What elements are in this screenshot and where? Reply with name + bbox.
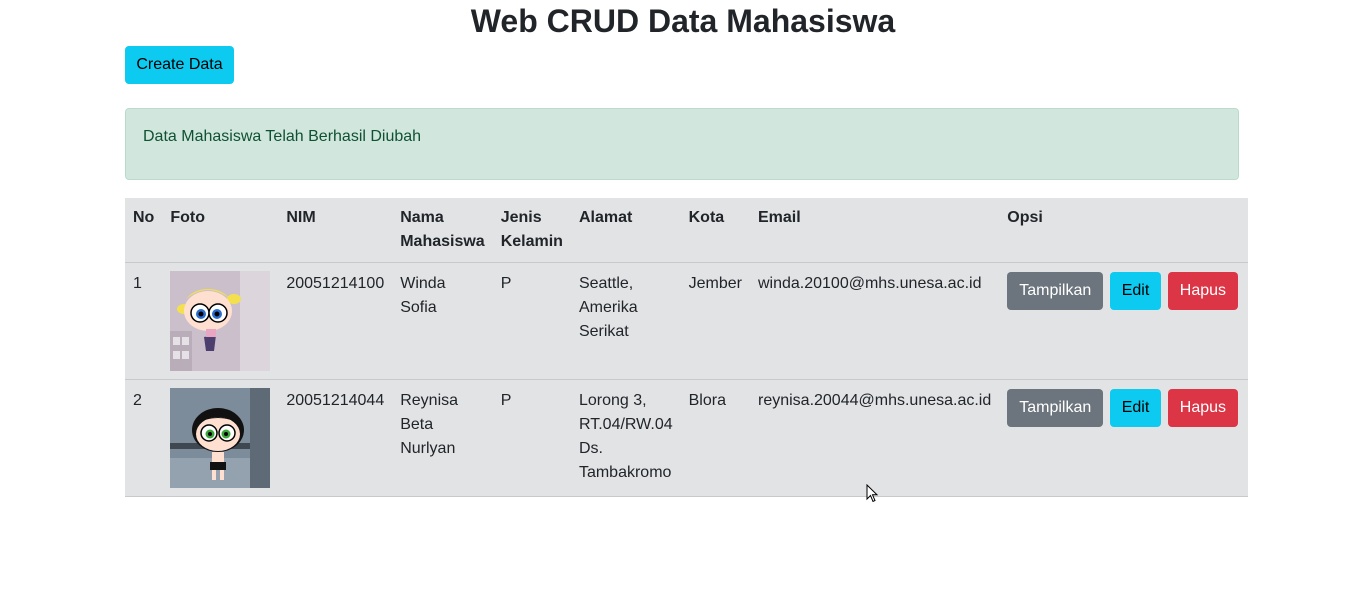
cell-alamat: Lorong 3, RT.04/RW.04 Ds. Tambakromo	[570, 379, 681, 497]
header-no: No	[125, 198, 163, 263]
cell-nim: 20051214100	[278, 262, 393, 380]
header-opsi: Opsi	[999, 198, 1249, 263]
cell-no: 2	[125, 379, 163, 497]
header-email: Email	[749, 198, 1000, 263]
create-data-button[interactable]: Create Data	[125, 46, 234, 84]
tampilkan-button[interactable]: Tampilkan	[1007, 389, 1104, 427]
cell-foto	[162, 262, 279, 380]
cell-foto	[162, 379, 279, 497]
cell-email: reynisa.20044@mhs.unesa.ac.id	[749, 379, 1000, 497]
header-alamat: Alamat	[570, 198, 681, 263]
cell-jenis-kelamin: P	[492, 379, 571, 497]
table-row: 2 20051214044 Reynisa Beta Nurlyan P Lor…	[125, 379, 1249, 497]
success-alert: Data Mahasiswa Telah Berhasil Diubah	[125, 108, 1239, 180]
cell-nama: Winda Sofia	[392, 262, 493, 380]
bubbles-photo	[170, 271, 271, 371]
edit-button[interactable]: Edit	[1109, 389, 1162, 427]
alert-message: Data Mahasiswa Telah Berhasil Diubah	[143, 128, 422, 145]
cell-kota: Blora	[680, 379, 750, 497]
table-row: 1 20051214100 Winda Sofia P Seattle, Ame…	[125, 262, 1249, 380]
header-foto: Foto	[162, 198, 279, 263]
cell-alamat: Seattle, Amerika Serikat	[570, 262, 681, 380]
cell-email: winda.20100@mhs.unesa.ac.id	[749, 262, 1000, 380]
edit-button[interactable]: Edit	[1109, 272, 1162, 310]
header-kota: Kota	[680, 198, 750, 263]
header-nim: NIM	[278, 198, 393, 263]
page-title: Web CRUD Data Mahasiswa	[470, 3, 896, 39]
hapus-button[interactable]: Hapus	[1167, 272, 1239, 310]
cell-nama: Reynisa Beta Nurlyan	[392, 379, 493, 497]
tampilkan-button[interactable]: Tampilkan	[1007, 272, 1104, 310]
header-nama: Nama Mahasiswa	[392, 198, 493, 263]
cell-jenis-kelamin: P	[492, 262, 571, 380]
mouse-pointer-icon	[866, 484, 879, 503]
hapus-button[interactable]: Hapus	[1167, 389, 1239, 427]
buttercup-photo	[170, 388, 271, 488]
header-jenis-kelamin: Jenis Kelamin	[492, 198, 571, 263]
mahasiswa-table: No Foto NIM Nama Mahasiswa Jenis Kelamin…	[125, 198, 1249, 497]
table-header-row: No Foto NIM Nama Mahasiswa Jenis Kelamin…	[125, 198, 1249, 263]
cell-opsi: Tampilkan Edit Hapus	[999, 262, 1249, 380]
cell-opsi: Tampilkan Edit Hapus	[999, 379, 1249, 497]
cell-no: 1	[125, 262, 163, 380]
cell-kota: Jember	[680, 262, 750, 380]
cell-nim: 20051214044	[278, 379, 393, 497]
